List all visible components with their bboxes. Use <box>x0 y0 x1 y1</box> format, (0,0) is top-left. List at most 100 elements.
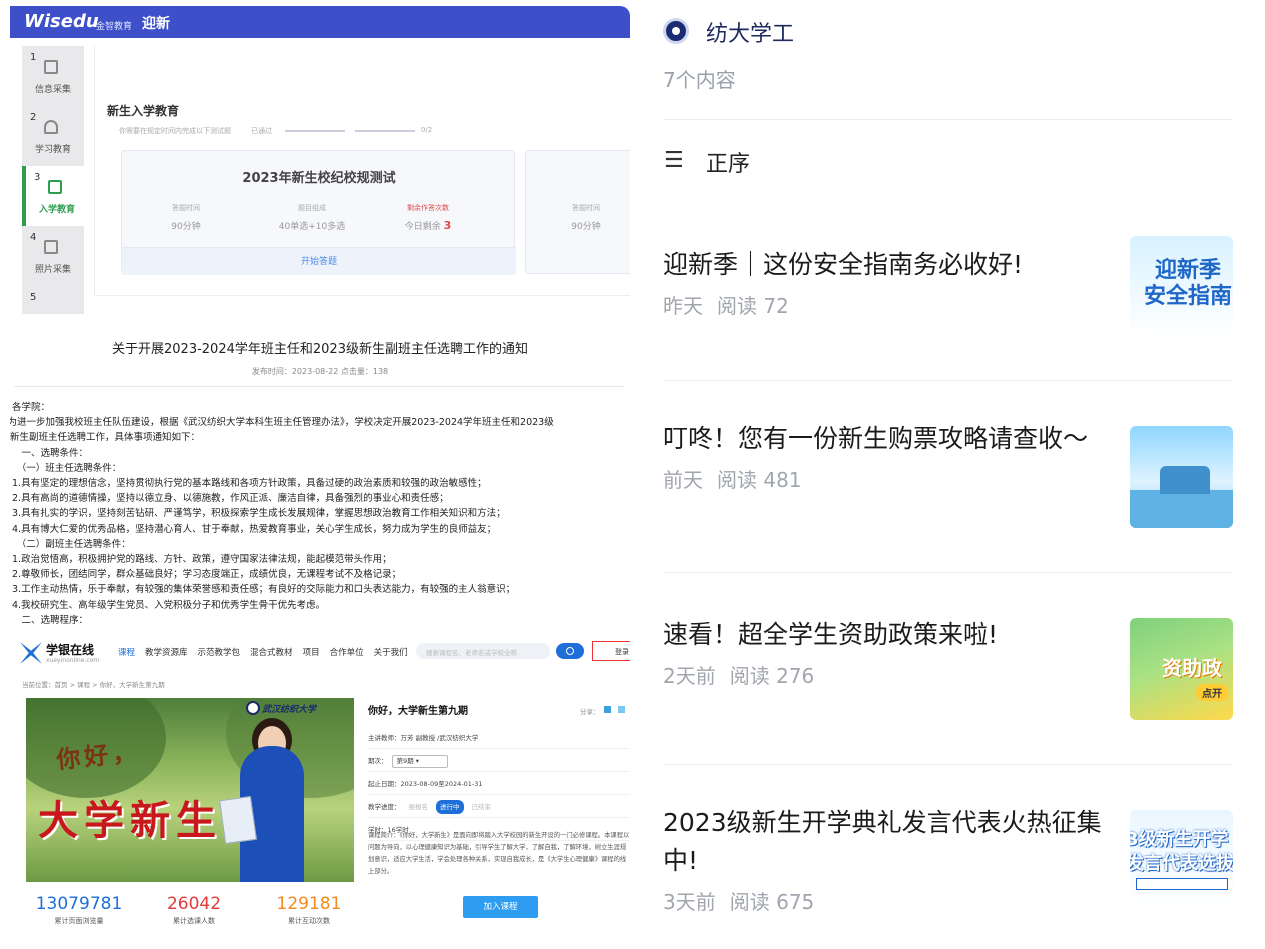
share-icon[interactable] <box>604 706 611 713</box>
col-value: 90分钟 <box>171 222 201 232</box>
divider <box>663 572 1233 573</box>
notice-line: 3.具有扎实的学识，坚持刻苦钻研、严谨笃学，积极探索学生成长发展规律，掌握思想政… <box>12 508 506 520</box>
login-button[interactable]: 登录 <box>592 641 630 661</box>
step-five[interactable]: 5 <box>22 286 84 314</box>
wisedu-app-title: 迎新 <box>142 16 170 32</box>
notice-body: 各学院： 为进一步加强我校班主任队伍建设，根据《武汉纺织大学本科生班主任管理办法… <box>10 400 628 628</box>
col-key: 答题时间 <box>172 204 200 212</box>
wisedu-main: 新生入学教育 你需要在规定时间内完成以下测试题 已通过 0/2 2023年新生校… <box>94 46 630 296</box>
stat-number: 26042 <box>166 894 222 914</box>
book-graphic <box>219 795 257 845</box>
step-number: 4 <box>30 232 37 243</box>
bell-icon <box>44 120 58 134</box>
divider <box>663 380 1233 381</box>
account-name[interactable]: 纺大学工 <box>706 16 794 48</box>
nav-item-projects[interactable]: 项目 <box>303 646 320 658</box>
article-time: 前天 <box>663 468 703 492</box>
thumbnail-text: 3级新生开学 发言代表选拔 <box>1130 829 1233 874</box>
notice-line: 3.工作主动热情，乐于奉献，有较强的集体荣誉感和责任感；有良好的交际能力和口头表… <box>12 584 516 596</box>
article-item[interactable]: 叮咚！您有一份新生购票攻略请查收～ 前天 阅读 481 <box>663 420 1233 528</box>
step-number: 3 <box>34 172 41 183</box>
remaining-attempts: 剩余作答次数 今日剩余 3 <box>378 203 478 232</box>
col-value: 今日剩余 3 <box>378 219 478 232</box>
progress-row: 教学进度： 报报名 进行中 已结束 <box>368 797 630 818</box>
step-info-collect[interactable]: 1 信息采集 <box>22 46 84 106</box>
term-label: 期次： <box>368 757 388 765</box>
article-time: 昨天 <box>663 294 703 318</box>
step-number: 5 <box>30 292 37 303</box>
account-avatar-icon <box>663 18 689 44</box>
progress-state-active: 进行中 <box>436 800 464 814</box>
term-row: 期次： 第9期 ▾ <box>368 751 630 772</box>
join-course-button[interactable]: 加入课程 <box>463 896 538 918</box>
notice-line: （一）班主任选聘条件： <box>12 462 122 474</box>
article-reads: 阅读 276 <box>729 664 815 688</box>
nav-item-partners[interactable]: 合作单位 <box>330 646 364 658</box>
sort-icon[interactable]: ☰ <box>664 148 684 173</box>
station-graphic <box>1160 466 1210 494</box>
start-test-button[interactable]: 开始答题 <box>122 247 516 275</box>
step-number: 1 <box>30 52 37 63</box>
step-enrollment-education[interactable]: 3 入学教育 <box>22 166 84 226</box>
notice-line: 2.尊敬师长，团结同学，群众基础良好；学习态度端正，成绩优良，无课程考试不及格记… <box>12 569 402 581</box>
notice-panel: 关于开展2023-2024学年班主任和2023级新生副班主任选聘工作的通知 发布… <box>10 330 630 628</box>
test-duration: 答题时间 90分钟 <box>536 203 630 232</box>
thumbnail-ground <box>1130 490 1233 528</box>
xueyin-logo[interactable]: 学银在线 <box>46 641 94 658</box>
nav-item-courses[interactable]: 课程 <box>118 646 135 658</box>
notice-line: 2.具有高尚的道德情操，坚持以德立身、以德施教，作风正派、廉洁自律，具备强烈的事… <box>12 493 449 505</box>
step-study[interactable]: 2 学习教育 <box>22 106 84 166</box>
progress-track <box>285 130 345 132</box>
stat-number: 13079781 <box>35 894 123 914</box>
step-label: 照片采集 <box>34 265 71 275</box>
article-item[interactable]: 2023级新生开学典礼发言代表火热征集中! 3天前 阅读 675 3级新生开学 发言… <box>663 804 1233 915</box>
thumbnail-text: 点开 <box>1196 684 1228 701</box>
article-item[interactable]: 迎新季｜这份安全指南务必收好! 昨天 阅读 72 迎新季 安全指南 <box>663 236 1233 338</box>
share-label: 分享： <box>580 708 600 716</box>
notice-line: 新生副班主任选聘工作，具体事项通知如下： <box>10 432 201 444</box>
notice-line: 1.政治觉悟高，积极拥护党的路线、方针、政策，遵守国家法律法规，能起模范带头作用… <box>12 554 392 566</box>
notice-line: 各学院： <box>12 402 51 413</box>
wisedu-panel: Wisedu 金智教育 迎新 1 信息采集 2 学习教育 3 入学教育 4 照片… <box>10 6 630 314</box>
nav-item-about[interactable]: 关于我们 <box>374 646 408 658</box>
nav-item-packages[interactable]: 示范教学包 <box>198 646 241 658</box>
notice-line: 二、选聘程序： <box>12 614 89 626</box>
sort-order-label[interactable]: 正序 <box>706 146 750 178</box>
stat-number: 129181 <box>276 894 342 914</box>
university-name: 武汉纺织大学 <box>262 705 317 715</box>
step-sidebar: 1 信息采集 2 学习教育 3 入学教育 4 照片采集 5 <box>22 46 84 314</box>
test-card: 2023年新生校纪校规测试 答题时间 90分钟 题目组成 40单选+10多选 剩… <box>121 150 516 275</box>
nav-item-resources[interactable]: 教学资源库 <box>145 646 188 658</box>
article-thumbnail: 迎新季 安全指南 <box>1130 236 1233 338</box>
step-photo-collect[interactable]: 4 照片采集 <box>22 226 84 286</box>
notice-line: 一、选聘条件： <box>12 447 89 459</box>
stat-label: 累计互动次数 <box>288 917 330 925</box>
progress-state: 报报名 <box>408 803 429 811</box>
notice-line: （二）副班主任选聘条件： <box>12 538 131 550</box>
test-card-title: 2023年新生校纪校规测试 <box>242 171 396 186</box>
share-icon[interactable] <box>618 706 625 713</box>
notice-line: 1.具有坚定的理想信念，坚持贯彻执行党的基本路线和各项方针政策，具备过硬的政治素… <box>12 478 487 490</box>
article-item[interactable]: 速看！超全学生资助政策来啦! 2天前 阅读 276 资助政 点开 <box>663 612 1233 720</box>
notice-title: 关于开展2023-2024学年班主任和2023级新生副班主任选聘工作的通知 <box>112 342 528 357</box>
progress-label: 教学进度： <box>368 803 401 811</box>
term-select[interactable]: 第9期 ▾ <box>391 754 448 768</box>
remaining-count: 3 <box>443 219 452 232</box>
search-input[interactable]: 搜索课程名、老师名或学校全称 <box>416 643 550 659</box>
article-reads: 阅读 675 <box>729 890 815 914</box>
search-button[interactable] <box>556 643 584 659</box>
col-value: 40单选+10多选 <box>278 222 346 232</box>
thumbnail-text: 迎新季 安全指南 <box>1144 258 1233 309</box>
article-title: 速看！超全学生资助政策来啦! <box>663 620 999 649</box>
thumbnail-text: 资助政 <box>1162 656 1222 680</box>
breadcrumb: 当前位置：首页 > 课程 > 你好，大学新生第九期 <box>22 681 165 689</box>
university-seal-icon <box>246 701 260 715</box>
nav-item-textbooks[interactable]: 混合式教材 <box>250 646 293 658</box>
section-title: 新生入学教育 <box>107 104 180 118</box>
course-title: 你好，大学新生第九期 <box>368 706 468 717</box>
col-key: 答题时间 <box>572 204 600 212</box>
date-row: 起止日期：2023-08-09至2024-01-31 <box>368 774 630 795</box>
notice-line: 为进一步加强我校班主任队伍建设，根据《武汉纺织大学本科生班主任管理办法》，学校决… <box>10 417 554 429</box>
calendar-icon <box>48 180 62 194</box>
test-tip: 你需要在规定时间内完成以下测试题 <box>119 127 231 135</box>
